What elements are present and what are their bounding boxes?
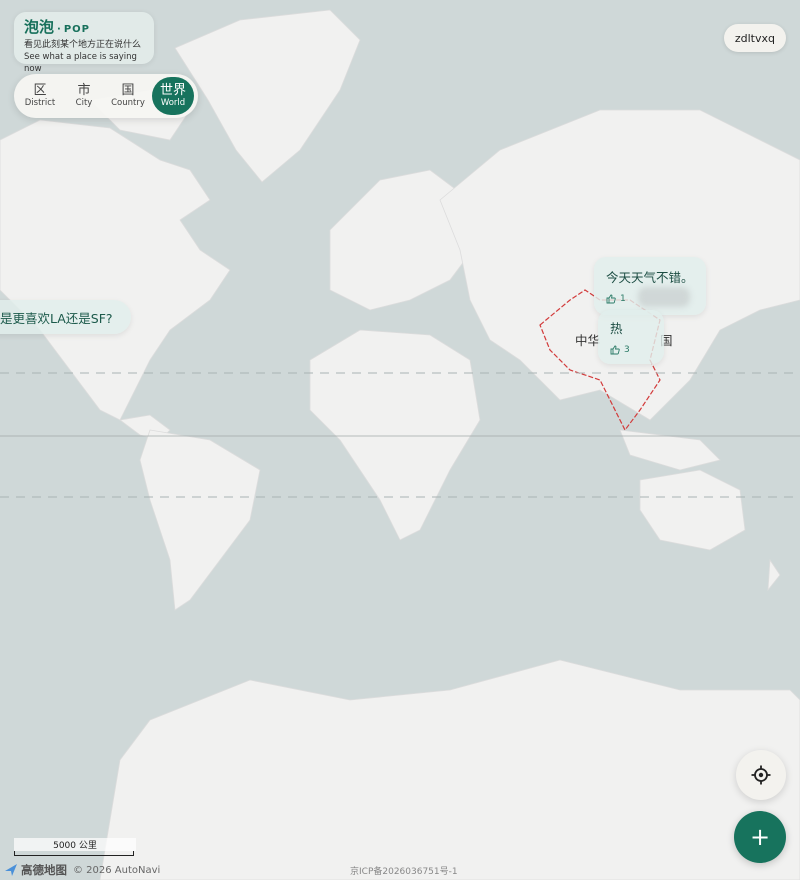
post-bubble[interactable]: 是更喜欢LA还是SF? xyxy=(0,300,131,334)
country-label: 中华 xyxy=(575,330,600,349)
scope-tab-district[interactable]: 区 District xyxy=(18,77,62,115)
brand-card: 泡泡 · POP 看见此刻某个地方正在说什么 See what a place is… xyxy=(14,12,154,74)
user-chip[interactable]: zdltvxq xyxy=(723,24,786,52)
like-count[interactable]: 3 xyxy=(610,345,652,355)
world-map[interactable] xyxy=(0,0,800,880)
add-post-button[interactable]: + xyxy=(734,811,786,863)
scope-tab-label-cn: 市 xyxy=(77,83,91,98)
scope-tab-city[interactable]: 市 City xyxy=(62,77,106,115)
map-scale-label: 5000 公里 xyxy=(14,838,136,851)
locate-button[interactable] xyxy=(736,750,786,800)
scope-tab-label-en: Country xyxy=(111,98,145,108)
map-copyright: © 2026 AutoNavi xyxy=(73,864,161,876)
like-count-value: 1 xyxy=(620,294,626,304)
post-bubble-text: 今天天气不错。 xyxy=(606,270,694,285)
icp-notice[interactable]: 京ICP备2026036751号-1 xyxy=(350,864,458,877)
blurred-avatar xyxy=(638,287,690,307)
post-bubble[interactable]: 热 3 xyxy=(598,310,664,364)
thumbs-up-icon xyxy=(606,294,616,304)
post-bubble-text: 是更喜欢LA还是SF? xyxy=(0,310,113,326)
like-count-value: 3 xyxy=(624,345,630,355)
brand-title: 泡泡 · POP xyxy=(24,18,144,39)
brand-name: 泡泡 xyxy=(24,18,55,36)
crosshair-icon xyxy=(751,765,771,785)
brand-subtitle-cn: 看见此刻某个地方正在说什么 xyxy=(24,40,142,50)
map-attribution: 高德地图 © 2026 AutoNavi xyxy=(4,862,160,878)
scope-tab-label-en: World xyxy=(160,98,186,108)
scope-tab-label-cn: 世界 xyxy=(159,83,186,98)
scope-tab-label-cn: 区 xyxy=(33,83,47,98)
scope-tab-label-en: District xyxy=(24,98,56,108)
amap-logo-icon xyxy=(5,864,17,876)
scope-tab-country[interactable]: 国 Country xyxy=(106,77,150,115)
scope-tab-world[interactable]: 世界 World xyxy=(152,77,194,115)
map-provider-logo: 高德地图 xyxy=(21,863,67,877)
brand-tag: POP xyxy=(63,24,90,35)
brand-separator: · xyxy=(57,24,61,35)
post-bubble[interactable]: 今天天气不错。 1 xyxy=(594,257,706,315)
scope-tab-label-en: City xyxy=(75,98,93,108)
scope-tab-label-cn: 国 xyxy=(121,83,135,98)
brand-subtitle-en: See what a place is saying now xyxy=(24,52,137,74)
thumbs-up-icon xyxy=(610,345,620,355)
map-scale-bar xyxy=(14,851,134,856)
scope-switcher: 区 District 市 City 国 Country 世界 World xyxy=(14,74,198,118)
country-label-head: 中华 xyxy=(575,333,601,348)
post-bubble-text: 热 xyxy=(610,321,623,336)
map-scale: 5000 公里 xyxy=(14,838,136,856)
